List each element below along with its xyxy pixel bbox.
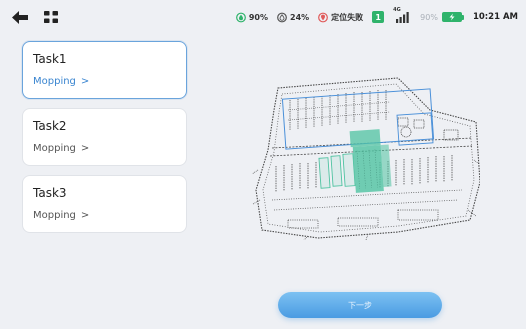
task-card-1[interactable]: Task1 Mopping > <box>22 41 187 99</box>
location-status-indicator: 定位失败 <box>318 12 363 23</box>
task-mode-label: Mopping <box>33 76 76 87</box>
task-mode-link[interactable]: Mopping > <box>33 142 176 155</box>
status-bar: 90% 24% 定位失败 1 4G 90% 10:21 AM <box>0 0 526 34</box>
task-title: Task2 <box>33 119 67 133</box>
task-mode-label: Mopping <box>33 143 76 154</box>
next-step-button[interactable]: 下一步 <box>278 292 442 318</box>
location-status-text: 定位失败 <box>331 12 364 22</box>
map-cleaning-region[interactable] <box>349 129 392 193</box>
detergent-drop-icon <box>277 12 287 22</box>
signal-bars-icon <box>396 12 409 23</box>
back-arrow-icon[interactable] <box>11 10 29 25</box>
water-level-indicator: 90% <box>235 12 268 23</box>
phone-battery-indicator: 90% <box>420 12 464 22</box>
cleaning-map[interactable] <box>248 70 481 241</box>
grid-menu-icon[interactable] <box>44 11 58 23</box>
status-indicators: 90% 24% 定位失败 1 4G 90% 10:21 AM <box>227 0 518 34</box>
floor-plan-map[interactable] <box>248 70 481 241</box>
task-mode-link[interactable]: Mopping > <box>33 209 176 222</box>
sim-indicator: 1 <box>372 11 385 23</box>
chevron-right-icon: > <box>80 210 90 221</box>
water-level-value: 90% <box>248 12 268 22</box>
chevron-right-icon: > <box>80 76 90 87</box>
location-pin-icon <box>318 12 329 22</box>
phone-battery-value: 90% <box>420 12 438 22</box>
detergent-level-value: 24% <box>290 12 310 22</box>
task-card-3[interactable]: Task3 Mopping > <box>22 175 187 233</box>
clock-time: 10:21 AM <box>472 12 518 22</box>
network-indicator: 4G <box>393 7 411 23</box>
sim-badge: 1 <box>372 11 385 23</box>
map-zone-green-3[interactable] <box>342 153 356 187</box>
task-mode-link[interactable]: Mopping > <box>33 75 176 88</box>
battery-icon <box>441 12 464 22</box>
task-title: Task3 <box>33 186 67 200</box>
water-drop-icon <box>235 12 246 22</box>
map-zone-green-1[interactable] <box>318 157 331 189</box>
detergent-level-indicator: 24% <box>277 12 309 23</box>
task-mode-label: Mopping <box>33 210 76 221</box>
task-title: Task1 <box>33 52 67 66</box>
map-zone-green-2[interactable] <box>330 155 343 187</box>
task-card-2[interactable]: Task2 Mopping > <box>22 108 187 166</box>
chevron-right-icon: > <box>80 143 90 154</box>
